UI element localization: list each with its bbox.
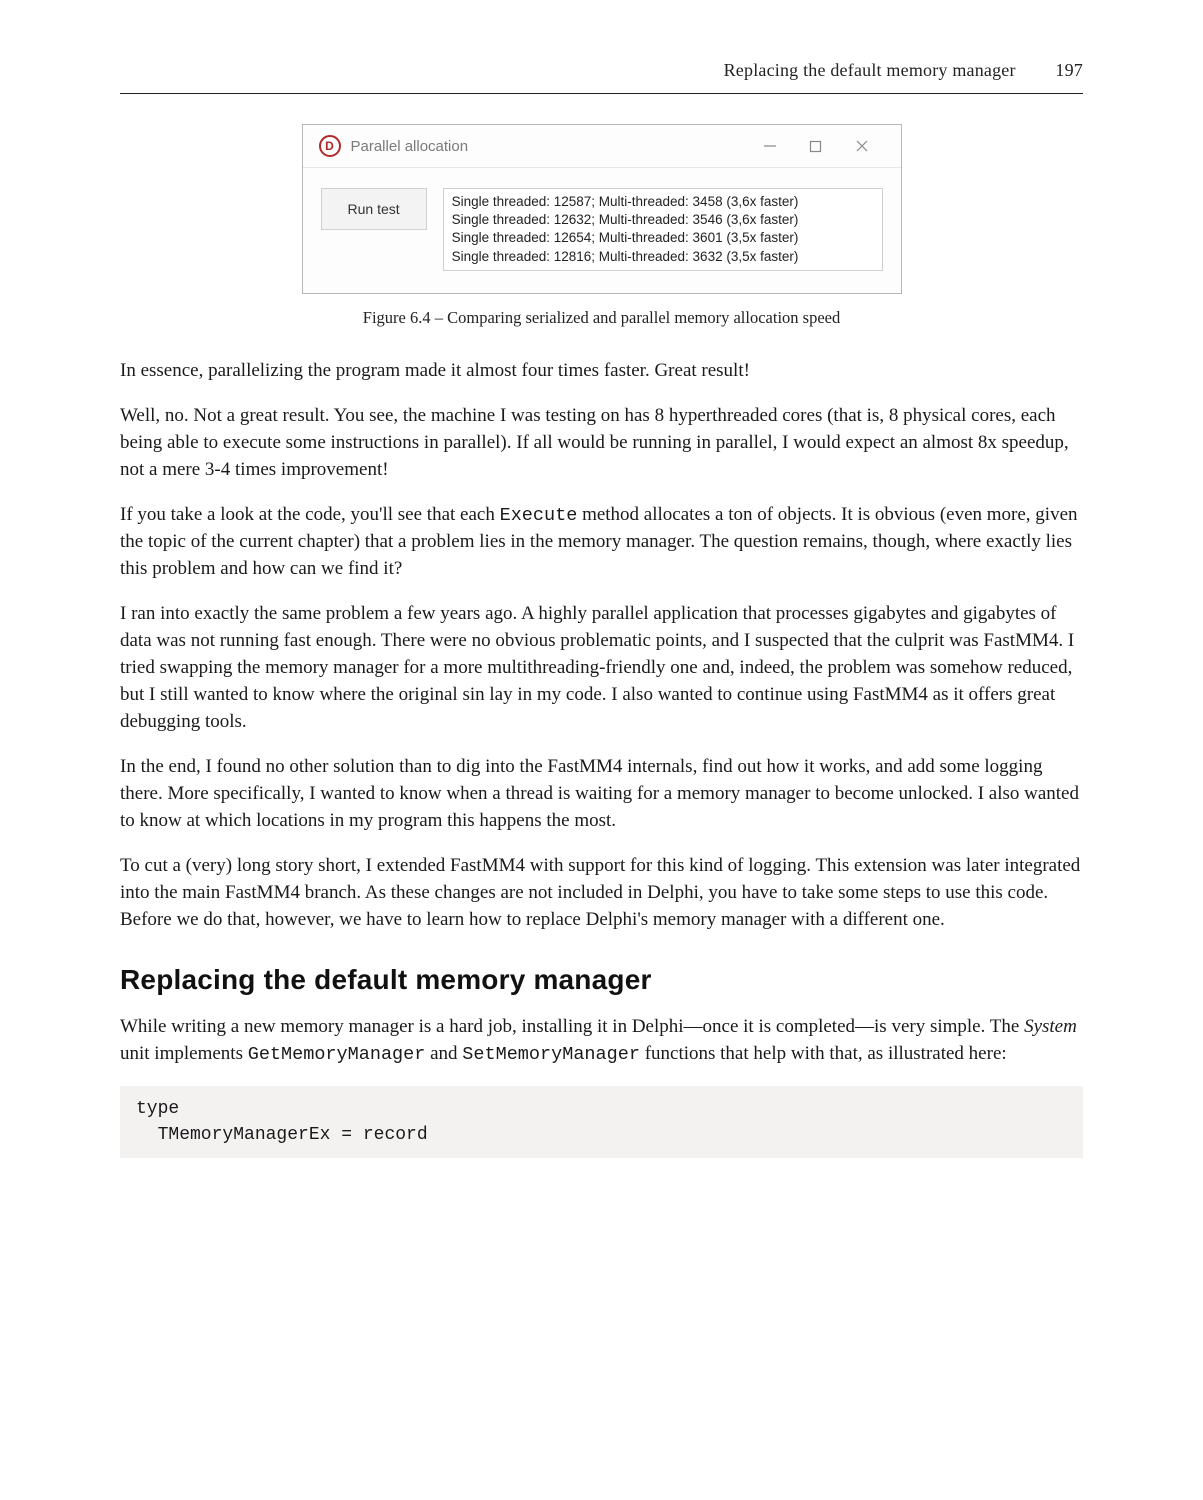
code-block: type TMemoryManagerEx = record xyxy=(120,1086,1083,1158)
section-heading: Replacing the default memory manager xyxy=(120,964,1083,996)
run-test-button[interactable]: Run test xyxy=(321,188,427,230)
text-run: functions that help with that, as illust… xyxy=(640,1043,1007,1064)
text-run: unit implements xyxy=(120,1043,248,1064)
close-icon[interactable] xyxy=(839,139,885,153)
figure-caption: Figure 6.4 – Comparing serialized and pa… xyxy=(120,308,1083,328)
window-title: Parallel allocation xyxy=(351,138,747,155)
emphasis: System xyxy=(1024,1016,1077,1037)
body-paragraph: If you take a look at the code, you'll s… xyxy=(120,502,1083,583)
body-paragraph: In the end, I found no other solution th… xyxy=(120,754,1083,835)
body-paragraph: While writing a new memory manager is a … xyxy=(120,1014,1083,1068)
body-paragraph: I ran into exactly the same problem a fe… xyxy=(120,601,1083,736)
figure-container: D Parallel allocation Run test Single th… xyxy=(302,124,902,294)
result-line: Single threaded: 12654; Multi-threaded: … xyxy=(452,229,874,247)
body-paragraph: In essence, parallelizing the program ma… xyxy=(120,358,1083,385)
inline-code: GetMemoryManager xyxy=(248,1044,426,1065)
maximize-icon[interactable] xyxy=(793,140,839,153)
delphi-app-icon: D xyxy=(319,135,341,157)
inline-code: SetMemoryManager xyxy=(462,1044,640,1065)
delphi-icon-letter: D xyxy=(325,140,334,152)
page-number: 197 xyxy=(1055,60,1083,81)
running-title: Replacing the default memory manager xyxy=(724,60,1016,80)
app-window: D Parallel allocation Run test Single th… xyxy=(302,124,902,294)
running-header: Replacing the default memory manager 197 xyxy=(120,60,1083,94)
body-paragraph: Well, no. Not a great result. You see, t… xyxy=(120,403,1083,484)
body-paragraph: To cut a (very) long story short, I exte… xyxy=(120,853,1083,934)
window-client-area: Run test Single threaded: 12587; Multi-t… xyxy=(303,168,901,293)
results-listbox[interactable]: Single threaded: 12587; Multi-threaded: … xyxy=(443,188,883,271)
inline-code: Execute xyxy=(500,505,578,526)
minimize-icon[interactable] xyxy=(747,139,793,153)
result-line: Single threaded: 12816; Multi-threaded: … xyxy=(452,248,874,266)
result-line: Single threaded: 12632; Multi-threaded: … xyxy=(452,211,874,229)
result-line: Single threaded: 12587; Multi-threaded: … xyxy=(452,193,874,211)
text-run: and xyxy=(425,1043,462,1064)
text-run: While writing a new memory manager is a … xyxy=(120,1016,1024,1037)
text-run: If you take a look at the code, you'll s… xyxy=(120,504,500,525)
window-titlebar: D Parallel allocation xyxy=(303,125,901,168)
